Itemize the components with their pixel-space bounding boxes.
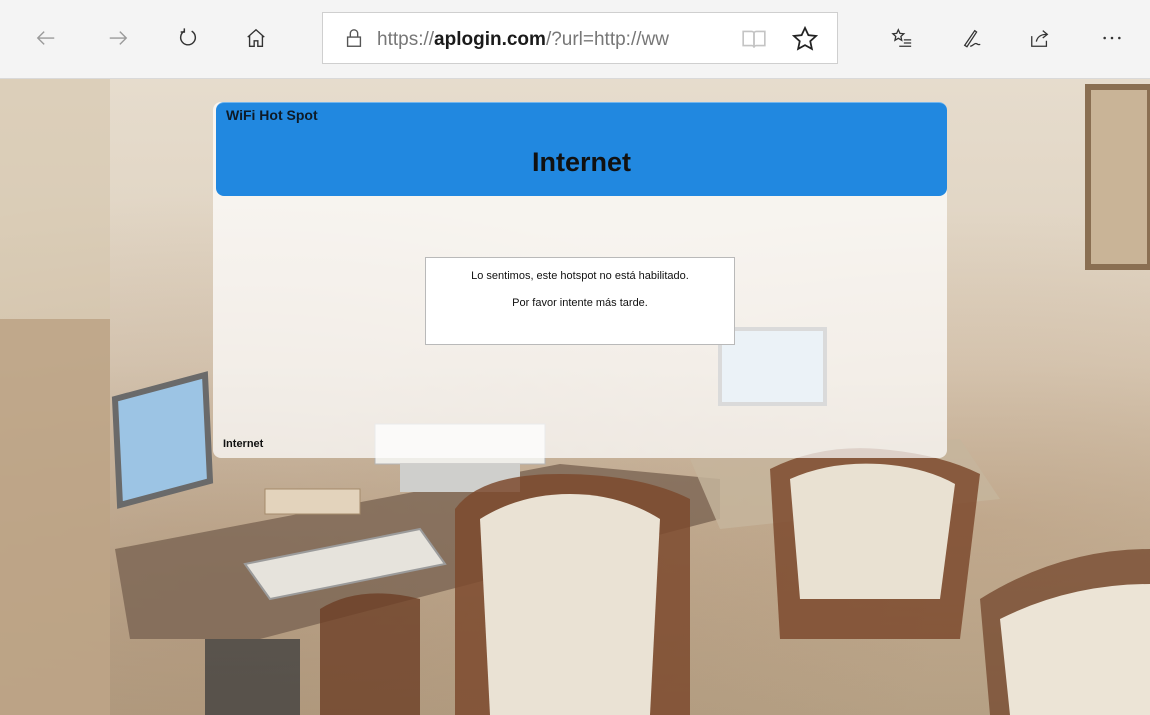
more-button[interactable] — [1094, 20, 1130, 56]
refresh-button[interactable] — [170, 20, 206, 56]
panel-footer: Internet — [223, 438, 264, 450]
share-button[interactable] — [1022, 20, 1058, 56]
more-dots-icon — [1103, 36, 1121, 40]
address-bar[interactable]: https://aplogin.com/?url=http://ww — [322, 12, 838, 64]
lock-icon — [346, 29, 362, 47]
forward-button[interactable] — [100, 20, 136, 56]
url-text: https://aplogin.com/?url=http://ww — [377, 29, 669, 50]
arrow-right-icon — [109, 31, 128, 45]
url-domain: aplogin.com — [434, 29, 546, 50]
panel-header: WiFi Hot Spot Internet — [216, 102, 947, 196]
arrow-left-icon — [36, 31, 55, 45]
hotspot-brand: WiFi Hot Spot — [226, 107, 318, 123]
home-icon — [247, 28, 265, 47]
reading-view-icon[interactable] — [741, 26, 767, 52]
share-icon — [1031, 30, 1049, 47]
favorite-star-icon[interactable] — [791, 25, 819, 53]
favorites-list-icon — [891, 28, 912, 47]
back-button[interactable] — [28, 20, 64, 56]
pen-icon — [963, 29, 981, 48]
browser-toolbar: https://aplogin.com/?url=http://ww — [0, 0, 1150, 79]
page-viewport: WiFi Hot Spot Internet Lo sentimos, este… — [0, 79, 1150, 715]
notes-button[interactable] — [954, 20, 990, 56]
favorites-hub-button[interactable] — [884, 20, 920, 56]
message-line-2: Por favor intente más tarde. — [512, 297, 648, 309]
message-line-1: Lo sentimos, este hotspot no está habili… — [471, 270, 689, 282]
refresh-icon — [179, 28, 197, 46]
panel-title: Internet — [531, 147, 631, 177]
message-box: Lo sentimos, este hotspot no está habili… — [425, 257, 735, 345]
hotspot-panel: WiFi Hot Spot Internet Lo sentimos, este… — [213, 102, 947, 458]
home-button[interactable] — [238, 20, 274, 56]
